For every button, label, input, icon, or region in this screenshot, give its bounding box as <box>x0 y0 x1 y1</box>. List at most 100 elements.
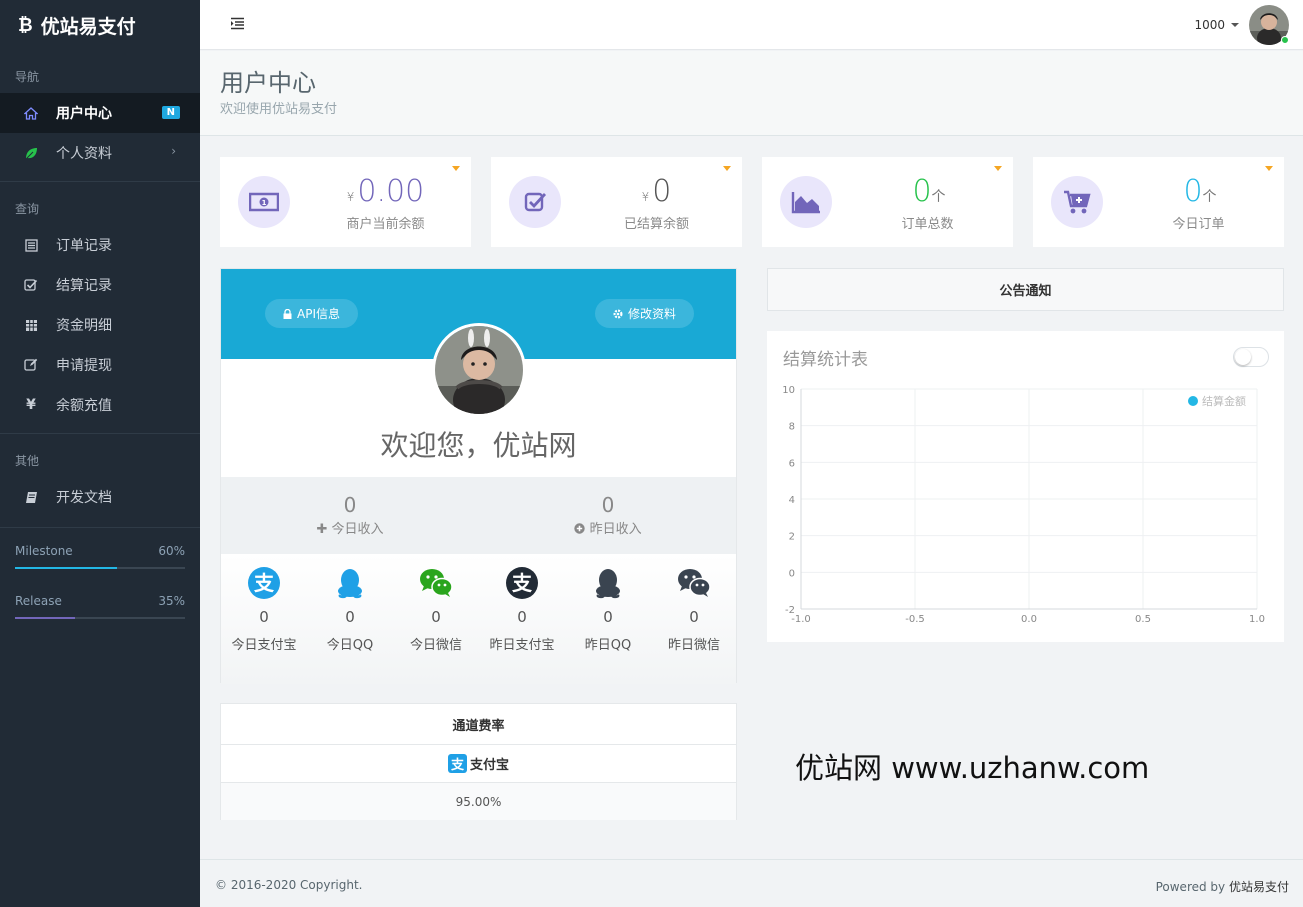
check-square-icon <box>22 276 40 294</box>
progress-label: Release <box>15 594 62 608</box>
edit-profile-label: 修改资料 <box>628 307 677 321</box>
chart-toggle-switch[interactable] <box>1233 347 1269 367</box>
y-tick-label: 4 <box>789 495 795 506</box>
powered-by: Powered by 优站易支付 <box>1156 878 1289 895</box>
sidebar-item-profile[interactable]: 个人资料 › <box>0 133 200 173</box>
settlement-chart: 1086420-2-1.0 -0.5 0.0 0.5 1.0结算金额 <box>782 385 1265 625</box>
profile-avatar[interactable] <box>432 323 526 417</box>
cart-plus-icon <box>1051 176 1103 228</box>
caret-down-icon[interactable] <box>994 166 1002 171</box>
stat-label: 订单总数 <box>901 217 954 232</box>
sidebar-item-label: 余额充值 <box>56 398 112 414</box>
user-menu[interactable]: 1000 <box>1194 5 1289 45</box>
caret-down-icon <box>1231 23 1239 27</box>
sidebar-item-label: 资金明细 <box>56 318 112 334</box>
toggle-knob <box>1235 349 1251 365</box>
caret-down-icon[interactable] <box>723 166 731 171</box>
sidebar-item-funds[interactable]: 资金明细 <box>0 305 200 345</box>
pay-label: 昨日支付宝 <box>489 638 555 653</box>
rate-channel-label: 支付宝 <box>469 758 509 773</box>
stat-value: 0个 <box>1123 175 1274 214</box>
plus-icon: ✚ <box>316 522 328 537</box>
sidebar-item-label: 用户中心 <box>56 106 112 122</box>
caret-down-icon[interactable] <box>1265 166 1273 171</box>
sidebar-item-label: 个人资料 <box>56 146 112 162</box>
income-label: ✚ 今日收入 <box>221 518 479 537</box>
sidebar-item-orders[interactable]: 订单记录 <box>0 225 200 265</box>
sidebar-item-label: 结算记录 <box>56 278 112 294</box>
pay-value: 0 <box>603 608 613 626</box>
pay-label: 今日QQ <box>326 638 374 653</box>
channel-rate-card: 通道费率 支支付宝 95.00% <box>220 703 737 820</box>
profile-card: API信息 修改资料 欢迎您，优站网 0 ✚ 今日收入 0 昨日收入 支 0 今… <box>220 268 737 684</box>
svg-text:支: 支 <box>254 571 275 595</box>
x-tick-label: 0.5 <box>1135 614 1151 625</box>
progress-track <box>15 567 185 569</box>
x-tick-label: 1.0 <box>1249 614 1265 625</box>
pay-today-alipay: 支 0 今日支付宝 <box>221 566 307 653</box>
edit-profile-button[interactable]: 修改资料 <box>595 299 695 328</box>
brand[interactable]: ₿ 优站易支付 <box>0 0 200 50</box>
currency-symbol: ¥ <box>641 190 650 204</box>
sidebar-item-withdraw[interactable]: 申请提现 <box>0 345 200 385</box>
progress-value: 35% <box>158 594 185 608</box>
y-tick-label: 0 <box>789 568 795 579</box>
stat-number: 0 <box>1183 174 1203 209</box>
book-icon <box>22 488 40 506</box>
income-yesterday: 0 昨日收入 <box>479 494 737 537</box>
avatar[interactable] <box>1249 5 1289 45</box>
progress-release: Release 35% <box>0 594 200 619</box>
sidebar: ₿ 优站易支付 导航 用户中心 N 个人资料 › 查询 订单记录 结算记录 资金… <box>0 0 200 907</box>
api-info-button[interactable]: API信息 <box>265 299 358 328</box>
pay-yesterday-qq: 0 昨日QQ <box>565 566 651 653</box>
alipay-icon: 支 <box>505 566 539 600</box>
x-tick-label: 0.0 <box>1021 614 1037 625</box>
income-label-text: 昨日收入 <box>589 522 642 537</box>
x-tick-label: -0.5 <box>905 614 925 625</box>
alipay-icon: 支 <box>447 754 467 773</box>
page-title: 用户中心 <box>220 69 316 97</box>
stat-card-orders: 0个 订单总数 <box>762 157 1013 247</box>
page-header: 用户中心 欢迎使用优站易支付 <box>200 51 1303 136</box>
sidebar-item-user-center[interactable]: 用户中心 N <box>0 93 200 133</box>
stat-number: 0.00 <box>357 174 425 209</box>
rate-value: 95.00% <box>221 783 736 820</box>
sidebar-item-settlements[interactable]: 结算记录 <box>0 265 200 305</box>
leaf-icon <box>22 144 40 162</box>
wechat-icon <box>419 566 453 600</box>
divider <box>0 527 200 528</box>
progress-fill <box>15 567 117 569</box>
list-icon <box>22 236 40 254</box>
sidebar-item-recharge[interactable]: ¥ 余额充值 <box>0 385 200 425</box>
caret-down-icon[interactable] <box>452 166 460 171</box>
income-label-text: 今日收入 <box>331 522 384 537</box>
watermark-text: 优站网 www.uzhanw.com <box>795 751 1150 785</box>
notice-header[interactable]: 公告通知 <box>767 268 1284 311</box>
progress-value: 60% <box>158 544 185 558</box>
grid-icon <box>22 316 40 334</box>
stat-unit: 个 <box>1202 189 1217 205</box>
progress-label: Milestone <box>15 544 73 558</box>
page-subtitle: 欢迎使用优站易支付 <box>220 102 338 117</box>
svg-text:支: 支 <box>512 571 533 595</box>
legend-label: 结算金额 <box>1202 394 1246 408</box>
money-icon: 1 <box>238 176 290 228</box>
sidebar-item-label: 开发文档 <box>56 490 112 506</box>
x-tick-label: -1.0 <box>791 614 811 625</box>
edit-icon <box>22 356 40 374</box>
pay-yesterday-alipay: 支 0 昨日支付宝 <box>479 566 565 653</box>
brand-title: 优站易支付 <box>40 15 136 38</box>
stat-value: 0个 <box>852 175 1003 214</box>
menu-toggle-icon[interactable] <box>230 17 245 31</box>
bitcoin-icon: ₿ <box>18 14 33 36</box>
powered-brand[interactable]: 优站易支付 <box>1229 880 1289 894</box>
stat-unit: 个 <box>931 189 946 205</box>
gear-icon <box>613 308 623 319</box>
y-tick-label: 6 <box>789 458 795 469</box>
currency-symbol: ¥ <box>346 190 355 204</box>
chevron-right-icon: › <box>171 144 176 158</box>
footer: © 2016-2020 Copyright. Powered by 优站易支付 <box>200 859 1303 907</box>
home-icon <box>22 104 40 122</box>
sidebar-item-docs[interactable]: 开发文档 <box>0 477 200 517</box>
pay-value: 0 <box>689 608 699 626</box>
